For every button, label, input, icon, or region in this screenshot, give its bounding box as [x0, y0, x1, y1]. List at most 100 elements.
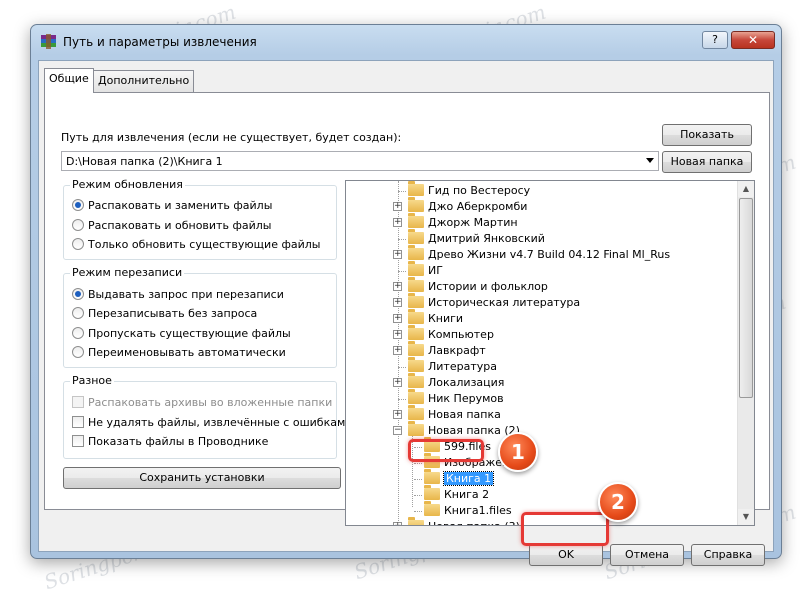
radio-icon[interactable] — [72, 219, 84, 231]
tree-connector — [398, 271, 406, 272]
tree-item[interactable]: Новая папка — [408, 405, 501, 423]
overwrite-option[interactable]: Перезаписывать без запроса — [72, 307, 257, 320]
tree-item[interactable]: Книга 1 — [424, 469, 495, 487]
callout-badge-1: 1 — [498, 432, 538, 472]
expand-icon[interactable]: + — [393, 298, 402, 307]
checkbox-icon — [72, 396, 84, 408]
expand-icon[interactable]: + — [393, 202, 402, 211]
expand-icon[interactable]: + — [393, 218, 402, 227]
radio-icon[interactable] — [72, 327, 84, 339]
title-bar[interactable]: Путь и параметры извлечения ? ✕ — [31, 25, 781, 59]
tree-item[interactable]: Лавкрафт — [408, 341, 486, 359]
tree-connector — [414, 463, 422, 464]
tree-item[interactable]: Локализация — [408, 373, 504, 391]
tree-connector — [414, 511, 422, 512]
folder-tree[interactable]: ▲ ▼ Гид по Вестеросу + Джо Аберкромби + Джор… — [345, 180, 755, 526]
expand-icon[interactable]: + — [393, 522, 402, 525]
radio-icon[interactable] — [72, 346, 84, 358]
callout-badge-2: 2 — [598, 482, 638, 522]
tree-item[interactable]: Джорж Мартин — [408, 213, 518, 231]
tree-item-label: Ник Перумов — [428, 392, 504, 405]
misc-option[interactable]: Показать файлы в Проводнике — [72, 435, 268, 448]
folder-icon — [408, 197, 424, 212]
folder-icon — [408, 213, 424, 228]
winrar-icon — [41, 34, 56, 49]
update-option[interactable]: Только обновить существующие файлы — [72, 238, 320, 251]
folder-icon — [408, 341, 424, 356]
new-folder-button[interactable]: Новая папка — [662, 151, 752, 173]
option-label: Пропускать существующие файлы — [88, 327, 291, 340]
expand-icon[interactable]: + — [393, 330, 402, 339]
scroll-down-icon[interactable]: ▼ — [738, 509, 754, 525]
expand-icon[interactable]: + — [393, 314, 402, 323]
tree-item-label: Новая папка (3) — [428, 520, 520, 525]
radio-icon[interactable] — [72, 199, 84, 211]
tab-general[interactable]: Общие — [44, 68, 94, 93]
radio-icon[interactable] — [72, 288, 84, 300]
scroll-up-icon[interactable]: ▲ — [738, 181, 754, 197]
expand-icon[interactable]: + — [393, 410, 402, 419]
expand-icon[interactable]: + — [393, 282, 402, 291]
ok-button[interactable]: OK — [529, 544, 603, 566]
tree-item[interactable]: Книга 2 — [424, 485, 490, 503]
tree-item[interactable]: Книги — [408, 309, 464, 327]
path-combobox[interactable]: D:\Новая папка (2)\Книга 1 — [61, 151, 659, 171]
tree-connector — [398, 239, 406, 240]
title-help-button[interactable]: ? — [702, 31, 728, 49]
misc-option[interactable]: Не удалять файлы, извлечённые с ошибками — [72, 416, 352, 429]
tree-item[interactable]: Компьютер — [408, 325, 494, 343]
tree-item-label: Книга 2 — [444, 488, 490, 501]
tree-item[interactable]: Новая папка (3) — [408, 517, 520, 525]
show-button[interactable]: Показать — [662, 124, 752, 146]
tab-advanced[interactable]: Дополнительно — [93, 70, 195, 92]
folder-icon — [408, 389, 424, 404]
tree-item[interactable]: Истории и фольклор — [408, 277, 548, 295]
tree-item-label: Древо Жизни v4.7 Build 04.12 Final Ml_Ru… — [428, 248, 671, 261]
tree-item-label: Джорж Мартин — [428, 216, 518, 229]
extraction-dialog: Путь и параметры извлечения ? ✕ Общие До… — [30, 24, 782, 566]
tree-item-label: Книги — [428, 312, 464, 325]
tree-item[interactable]: Литература — [408, 357, 497, 375]
option-label: Распаковать и заменить файлы — [88, 199, 273, 212]
tree-item[interactable]: Ник Перумов — [408, 389, 504, 407]
save-settings-button[interactable]: Сохранить установки — [63, 467, 341, 489]
close-button[interactable]: ✕ — [731, 31, 775, 49]
tree-item[interactable]: Джо Аберкромби — [408, 197, 527, 215]
tree-item-label: Гид по Вестеросу — [428, 184, 531, 197]
overwrite-option[interactable]: Пропускать существующие файлы — [72, 327, 291, 340]
folder-icon — [408, 517, 424, 525]
scrollbar-thumb[interactable] — [739, 198, 753, 398]
help-button[interactable]: Справка — [691, 544, 765, 566]
radio-icon[interactable] — [72, 238, 84, 250]
collapse-icon[interactable]: − — [393, 426, 402, 435]
tree-item[interactable]: Историческая литература — [408, 293, 580, 311]
option-label: Распаковать и обновить файлы — [88, 219, 272, 232]
update-option[interactable]: Распаковать и обновить файлы — [72, 219, 271, 232]
option-label: Только обновить существующие файлы — [88, 238, 321, 251]
tree-item[interactable]: Древо Жизни v4.7 Build 04.12 Final Ml_Ru… — [408, 245, 671, 263]
tree-scrollbar[interactable]: ▲ ▼ — [737, 181, 754, 525]
folder-icon — [408, 181, 424, 196]
overwrite-mode-title: Режим перезаписи — [70, 266, 185, 279]
tree-item[interactable]: Гид по Вестеросу — [408, 181, 531, 199]
folder-icon — [408, 245, 424, 260]
tree-item-label: Компьютер — [428, 328, 494, 341]
folder-icon — [408, 277, 424, 292]
expand-icon[interactable]: + — [393, 378, 402, 387]
checkbox-icon[interactable] — [72, 416, 84, 428]
tree-item[interactable]: Дмитрий Янковский — [408, 229, 545, 247]
expand-icon[interactable]: + — [393, 250, 402, 259]
highlight-tree-item — [408, 439, 484, 462]
chevron-down-icon[interactable] — [646, 158, 654, 163]
update-option[interactable]: Распаковать и заменить файлы — [72, 199, 272, 212]
misc-group: Разное Распаковать архивы во вложенные п… — [63, 374, 352, 459]
radio-icon[interactable] — [72, 307, 84, 319]
checkbox-icon[interactable] — [72, 435, 84, 447]
cancel-button[interactable]: Отмена — [610, 544, 684, 566]
option-label: Распаковать архивы во вложенные папки — [88, 396, 333, 409]
tree-item-label: Дмитрий Янковский — [428, 232, 545, 245]
expand-icon[interactable]: + — [393, 346, 402, 355]
overwrite-option[interactable]: Выдавать запрос при перезаписи — [72, 288, 284, 301]
tree-item[interactable]: Книга1.files — [424, 501, 512, 519]
overwrite-option[interactable]: Переименовывать автоматически — [72, 346, 286, 359]
